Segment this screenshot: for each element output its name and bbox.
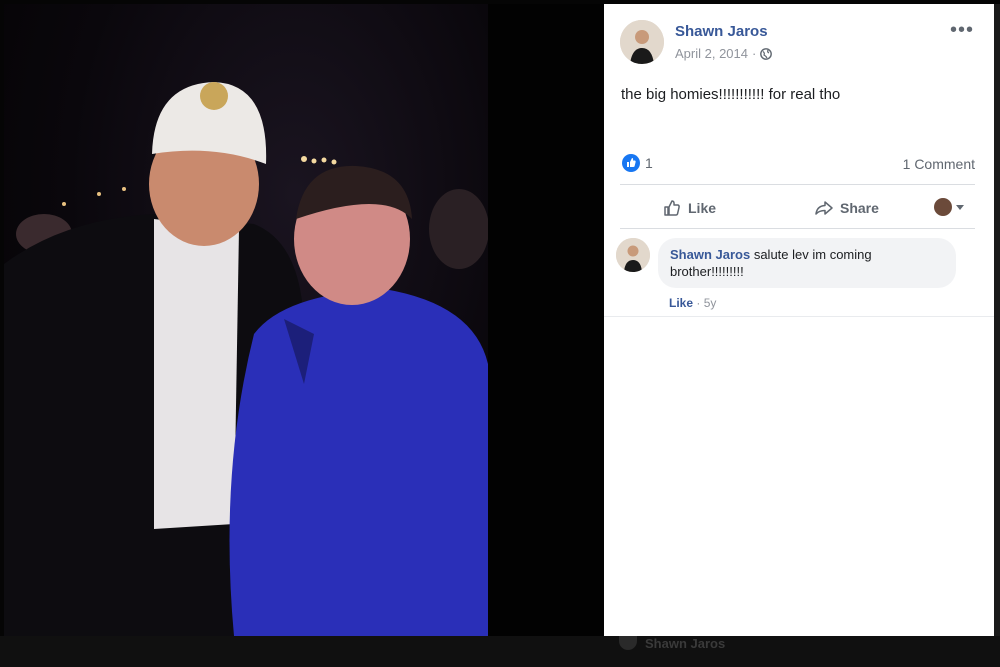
share-arrow-icon	[815, 201, 833, 215]
post-meta: April 2, 2014 ·	[675, 46, 773, 61]
share-label: Share	[840, 200, 879, 216]
comment-count-link[interactable]: 1 Comment	[903, 156, 975, 172]
thumbs-up-badge-icon	[627, 158, 636, 167]
reaction-count[interactable]: 1	[645, 155, 653, 171]
comment-bubble: Shawn Jaros salute lev im coming brother…	[658, 238, 956, 288]
photo-stage	[4, 4, 604, 636]
like-reaction-icon[interactable]	[622, 154, 640, 172]
chevron-down-icon	[956, 204, 964, 210]
post-header: Shawn Jaros April 2, 2014 · •••	[620, 20, 980, 66]
comment-item: Shawn Jaros salute lev im coming brother…	[616, 238, 986, 318]
comment-author[interactable]: Shawn Jaros	[670, 247, 750, 262]
divider	[604, 316, 994, 317]
post-photo[interactable]	[4, 4, 488, 636]
author-avatar[interactable]	[620, 20, 664, 64]
photo-illustration	[4, 82, 488, 636]
viewer-avatar	[934, 198, 952, 216]
meta-separator: ·	[752, 46, 757, 61]
avatar-image	[620, 20, 664, 64]
post-actions: Like Share	[620, 192, 975, 229]
commenter-avatar-image	[616, 238, 650, 272]
share-button[interactable]: Share	[814, 198, 879, 218]
post-panel: Shawn Jaros April 2, 2014 · ••• the big …	[604, 4, 994, 636]
comment-footer-separator: ·	[696, 296, 701, 310]
globe-icon[interactable]	[760, 47, 773, 60]
reactions-row: 1 1 Comment	[620, 152, 975, 185]
comment-like-button[interactable]: Like	[669, 296, 693, 310]
comment-age[interactable]: 5y	[704, 296, 717, 310]
photo-viewer: Shawn Jaros April 2, 2014 · ••• the big …	[0, 0, 1000, 667]
commenter-avatar[interactable]	[616, 238, 650, 272]
panel-edge	[994, 4, 1000, 636]
thumbs-up-icon	[664, 200, 680, 216]
more-options-button[interactable]: •••	[950, 20, 974, 40]
comment-footer: Like · 5y	[669, 296, 716, 310]
like-label: Like	[688, 200, 717, 216]
post-date[interactable]: April 2, 2014	[675, 46, 748, 61]
like-button[interactable]: Like	[662, 198, 716, 218]
author-name[interactable]: Shawn Jaros	[675, 23, 768, 40]
post-text: the big homies!!!!!!!!!!! for real tho	[621, 86, 841, 103]
bottom-strip	[0, 636, 1000, 667]
post-as-selector[interactable]	[934, 198, 964, 216]
ghost-author-name: Shawn Jaros	[645, 636, 726, 651]
